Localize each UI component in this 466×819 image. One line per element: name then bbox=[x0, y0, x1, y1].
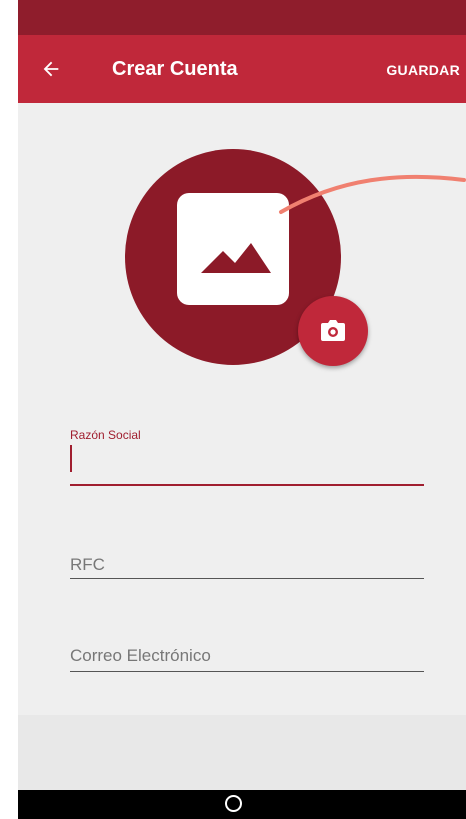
swipe-gesture-annotation bbox=[279, 174, 466, 214]
